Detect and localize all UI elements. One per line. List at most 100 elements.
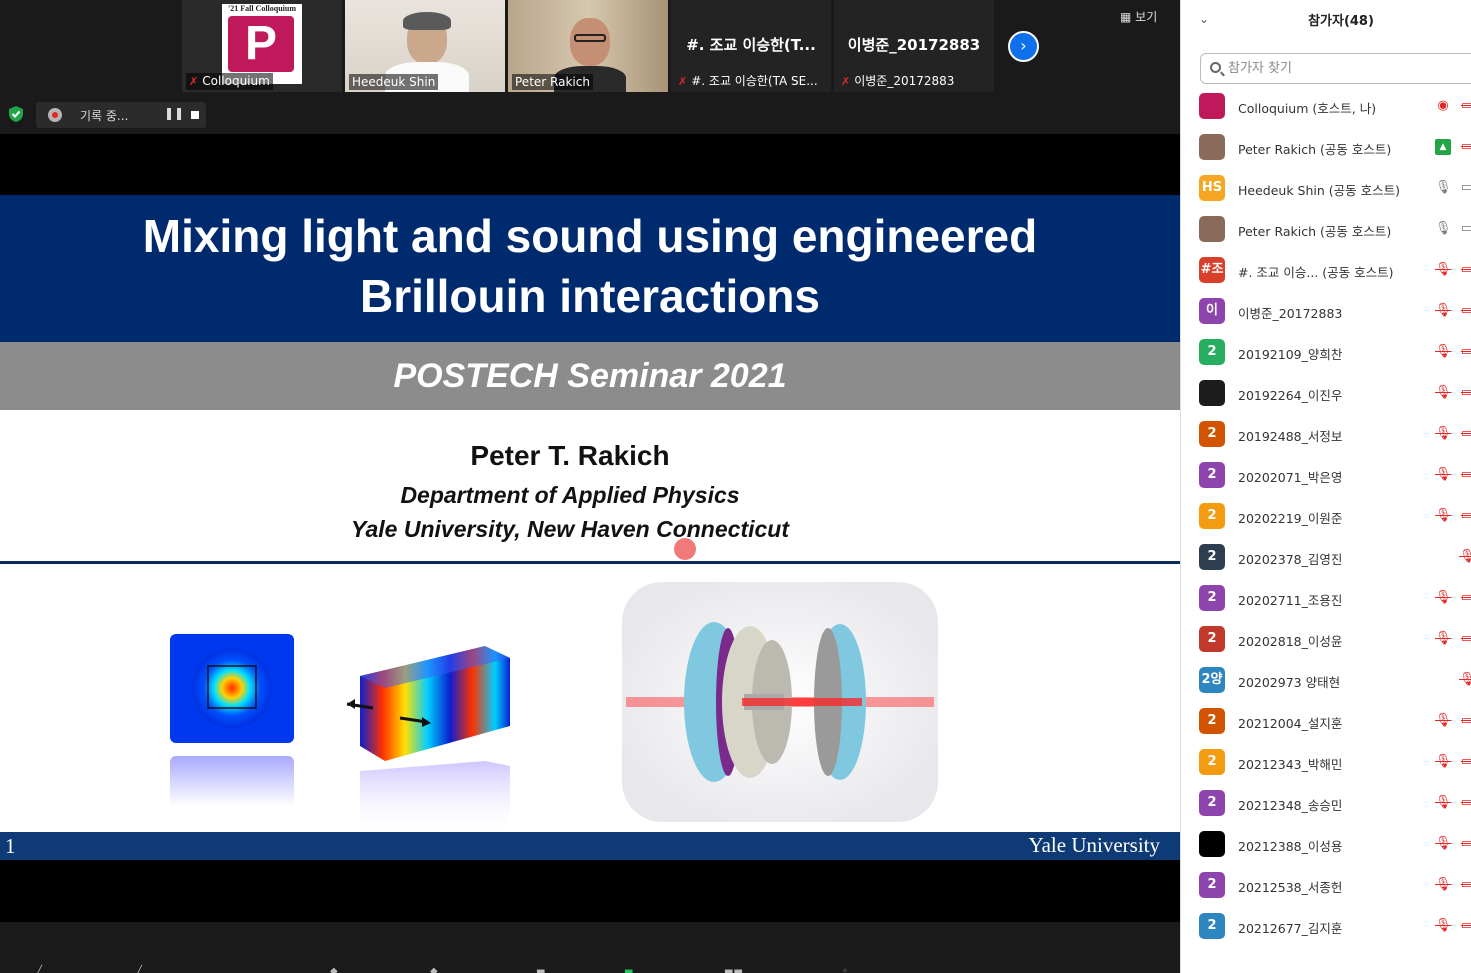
- participant-row[interactable]: HS Heedeuk Shin (공동 호스트) 🎙 ▭: [1181, 168, 1471, 209]
- mic-off-icon[interactable]: 🎙: [1435, 344, 1452, 360]
- video-off-icon[interactable]: ▭: [1459, 303, 1471, 319]
- video-tile-ta[interactable]: #. 조교 이승한(T... ✗ #. 조교 이승한(TA SE...: [671, 0, 831, 92]
- mic-icon[interactable]: 🎙: [1435, 180, 1452, 196]
- slide-title: Mixing light and sound using engineered …: [0, 195, 1180, 342]
- participant-row[interactable]: 20192264_이진우 🎙 ▭: [1181, 373, 1471, 414]
- slide-author: Peter T. Rakich: [470, 440, 670, 471]
- recording-label: 기록 중...: [80, 109, 129, 123]
- avatar: 이: [1199, 298, 1225, 324]
- video-off-icon[interactable]: ▭: [1459, 426, 1471, 442]
- video-off-icon[interactable]: ▭: [1459, 508, 1471, 524]
- video-icon[interactable]: ▭: [1459, 221, 1471, 237]
- mic-off-icon[interactable]: 🎙: [1459, 549, 1471, 565]
- chat-icon[interactable]: ▬: [536, 966, 552, 973]
- tile-big-name: 이병준_20172883: [847, 36, 981, 54]
- mic-off-icon[interactable]: 🎙: [1435, 918, 1452, 934]
- participant-row[interactable]: Peter Rakich (공동 호스트) 🎙 ▭: [1181, 209, 1471, 250]
- video-icon[interactable]: ▭: [1459, 180, 1471, 196]
- participant-row[interactable]: 2 20202219_이원준 🎙 ▭: [1181, 496, 1471, 537]
- participant-row[interactable]: 2 20212677_김지훈 🎙 ▭: [1181, 906, 1471, 947]
- participant-row[interactable]: Colloquium (호스트, 나) ◉ ▭: [1181, 86, 1471, 127]
- video-tile-peter-rakich[interactable]: Peter Rakich: [508, 0, 668, 92]
- participant-search-input[interactable]: 참가자 찾기: [1200, 53, 1471, 84]
- participant-row[interactable]: 20212388_이성용 🎙 ▭: [1181, 824, 1471, 865]
- video-off-icon[interactable]: ▭: [1459, 713, 1471, 729]
- shield-icon[interactable]: [8, 105, 24, 123]
- chevron-right-icon[interactable]: ›: [1008, 31, 1039, 62]
- avatar: [1199, 216, 1225, 242]
- participant-name: 20202973 양태현: [1238, 675, 1341, 690]
- video-off-icon[interactable]: ▭: [1459, 877, 1471, 893]
- view-button[interactable]: ▦ 보기: [1120, 8, 1157, 25]
- video-off-icon[interactable]: ▭: [1459, 631, 1471, 647]
- participants-icon[interactable]: ◆: [430, 966, 446, 973]
- record-icon[interactable]: ▬▬: [724, 966, 743, 973]
- video-off-icon[interactable]: ▭: [1459, 590, 1471, 606]
- participant-row[interactable]: 이 이병준_20172883 🎙 ▭: [1181, 291, 1471, 332]
- participant-row[interactable]: 2 20212343_박해민 🎙 ▭: [1181, 742, 1471, 783]
- video-off-icon[interactable]: ▭: [1459, 139, 1471, 155]
- participant-row[interactable]: 2 20212348_송승민 🎙 ▭: [1181, 783, 1471, 824]
- mic-icon[interactable]: 🎙: [1435, 221, 1452, 237]
- participant-name: 20212538_서종헌: [1238, 880, 1343, 895]
- participant-row[interactable]: 2 20202071_박은영 🎙 ▭: [1181, 455, 1471, 496]
- stop-icon[interactable]: [191, 111, 199, 119]
- avatar: [1199, 831, 1225, 857]
- video-off-icon[interactable]: ▭: [1459, 98, 1471, 114]
- mic-off-icon[interactable]: 🎙: [1435, 631, 1452, 647]
- participant-row[interactable]: 2 20192109_양희찬 🎙 ▭: [1181, 332, 1471, 373]
- mic-off-icon[interactable]: 🎙: [1435, 467, 1452, 483]
- mic-off-icon[interactable]: 🎙: [1435, 754, 1452, 770]
- participant-row[interactable]: 2 20192488_서정보 🎙 ▭: [1181, 414, 1471, 455]
- video-icon[interactable]: ╱: [136, 966, 152, 973]
- mic-off-icon: ✗: [189, 75, 199, 88]
- video-off-icon[interactable]: ▭: [1459, 918, 1471, 934]
- participant-name: 20192488_서정보: [1238, 429, 1343, 444]
- participant-row[interactable]: 2 20202378_김영진 🎙: [1181, 537, 1471, 578]
- mic-off-icon[interactable]: 🎙: [1459, 672, 1471, 688]
- mic-off-icon[interactable]: 🎙: [1435, 262, 1452, 278]
- avatar: #조: [1199, 257, 1225, 283]
- video-off-icon[interactable]: ▭: [1459, 795, 1471, 811]
- participant-row[interactable]: 2양 20202973 양태현 🎙: [1181, 660, 1471, 701]
- share-screen-icon[interactable]: ▬: [624, 966, 640, 973]
- avatar: 2: [1199, 585, 1225, 611]
- video-off-icon[interactable]: ▭: [1459, 385, 1471, 401]
- meeting-toolbar: ╱ ╱ ◆ ◆ ▬ ▬ ▬▬ ◦: [0, 922, 1180, 973]
- video-off-icon[interactable]: ▭: [1459, 754, 1471, 770]
- mic-icon[interactable]: ╱: [36, 966, 52, 973]
- video-tile-student[interactable]: 이병준_20172883 ✗ 이병준_20172883: [834, 0, 994, 92]
- avatar: 2: [1199, 544, 1225, 570]
- security-icon[interactable]: ◆: [330, 966, 346, 973]
- mic-off-icon[interactable]: 🎙: [1435, 836, 1452, 852]
- record-icon[interactable]: ◉: [1435, 98, 1451, 114]
- participant-name: 20202071_박은영: [1238, 470, 1343, 485]
- mic-off-icon[interactable]: 🎙: [1435, 385, 1452, 401]
- mic-off-icon[interactable]: 🎙: [1435, 713, 1452, 729]
- video-tile-colloquium[interactable]: '21 Fall Colloquium P ✗ Colloquium: [182, 0, 342, 92]
- share-icon[interactable]: ▲: [1435, 139, 1451, 155]
- participant-row[interactable]: 2 20202711_조용진 🎙 ▭: [1181, 578, 1471, 619]
- video-tile-heedeuk-shin[interactable]: Heedeuk Shin: [345, 0, 505, 92]
- participant-row[interactable]: 2 20212004_설지훈 🎙 ▭: [1181, 701, 1471, 742]
- mic-off-icon[interactable]: 🎙: [1435, 426, 1452, 442]
- avatar: [1199, 380, 1225, 406]
- participant-row[interactable]: Peter Rakich (공동 호스트) ▲ ▭: [1181, 127, 1471, 168]
- mic-off-icon[interactable]: 🎙: [1435, 303, 1452, 319]
- participant-row[interactable]: 2 20202818_이성윤 🎙 ▭: [1181, 619, 1471, 660]
- video-off-icon[interactable]: ▭: [1459, 344, 1471, 360]
- reactions-icon[interactable]: ◦: [842, 966, 858, 973]
- pause-icon[interactable]: ❚❚: [164, 106, 184, 120]
- mic-off-icon[interactable]: 🎙: [1435, 508, 1452, 524]
- video-off-icon[interactable]: ▭: [1459, 262, 1471, 278]
- mic-off-icon[interactable]: 🎙: [1435, 590, 1452, 606]
- avatar: 2: [1199, 913, 1225, 939]
- avatar: [1199, 134, 1225, 160]
- participant-row[interactable]: #조 #. 조교 이승... (공동 호스트) 🎙 ▭: [1181, 250, 1471, 291]
- mic-off-icon[interactable]: 🎙: [1435, 877, 1452, 893]
- video-off-icon[interactable]: ▭: [1459, 467, 1471, 483]
- video-off-icon[interactable]: ▭: [1459, 836, 1471, 852]
- mic-off-icon[interactable]: 🎙: [1435, 795, 1452, 811]
- participant-name: 20202219_이원준: [1238, 511, 1343, 526]
- participant-row[interactable]: 2 20212538_서종헌 🎙 ▭: [1181, 865, 1471, 906]
